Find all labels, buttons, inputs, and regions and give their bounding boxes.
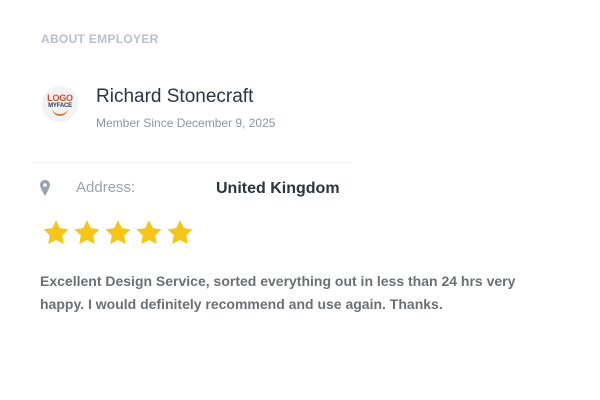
star-icon xyxy=(43,220,69,245)
employer-logo[interactable]: LOGO MYFACE xyxy=(42,86,78,122)
employer-info: LOGO MYFACE Richard Stonecraft Member Si… xyxy=(42,86,362,134)
section-title-about-employer: ABOUT EMPLOYER xyxy=(41,32,159,46)
address-value: United Kingdom xyxy=(216,180,340,197)
employer-name-link[interactable]: Richard Stonecraft xyxy=(96,86,253,108)
star-rating xyxy=(41,217,196,249)
review-text: Excellent Design Service, sorted everyth… xyxy=(40,273,516,312)
star-icon xyxy=(167,220,193,245)
section-divider xyxy=(32,162,350,163)
star-icon xyxy=(105,220,131,245)
member-since-text: Member Since December 9, 2025 xyxy=(96,116,276,130)
address-label: Address: xyxy=(76,179,136,196)
star-icon xyxy=(136,220,162,245)
address-row: Address: United Kingdom xyxy=(40,179,380,203)
logo-text-top: LOGO xyxy=(47,93,73,103)
star-icon xyxy=(74,220,100,245)
map-pin-icon xyxy=(40,180,50,196)
logo-smile-mark xyxy=(52,108,68,116)
